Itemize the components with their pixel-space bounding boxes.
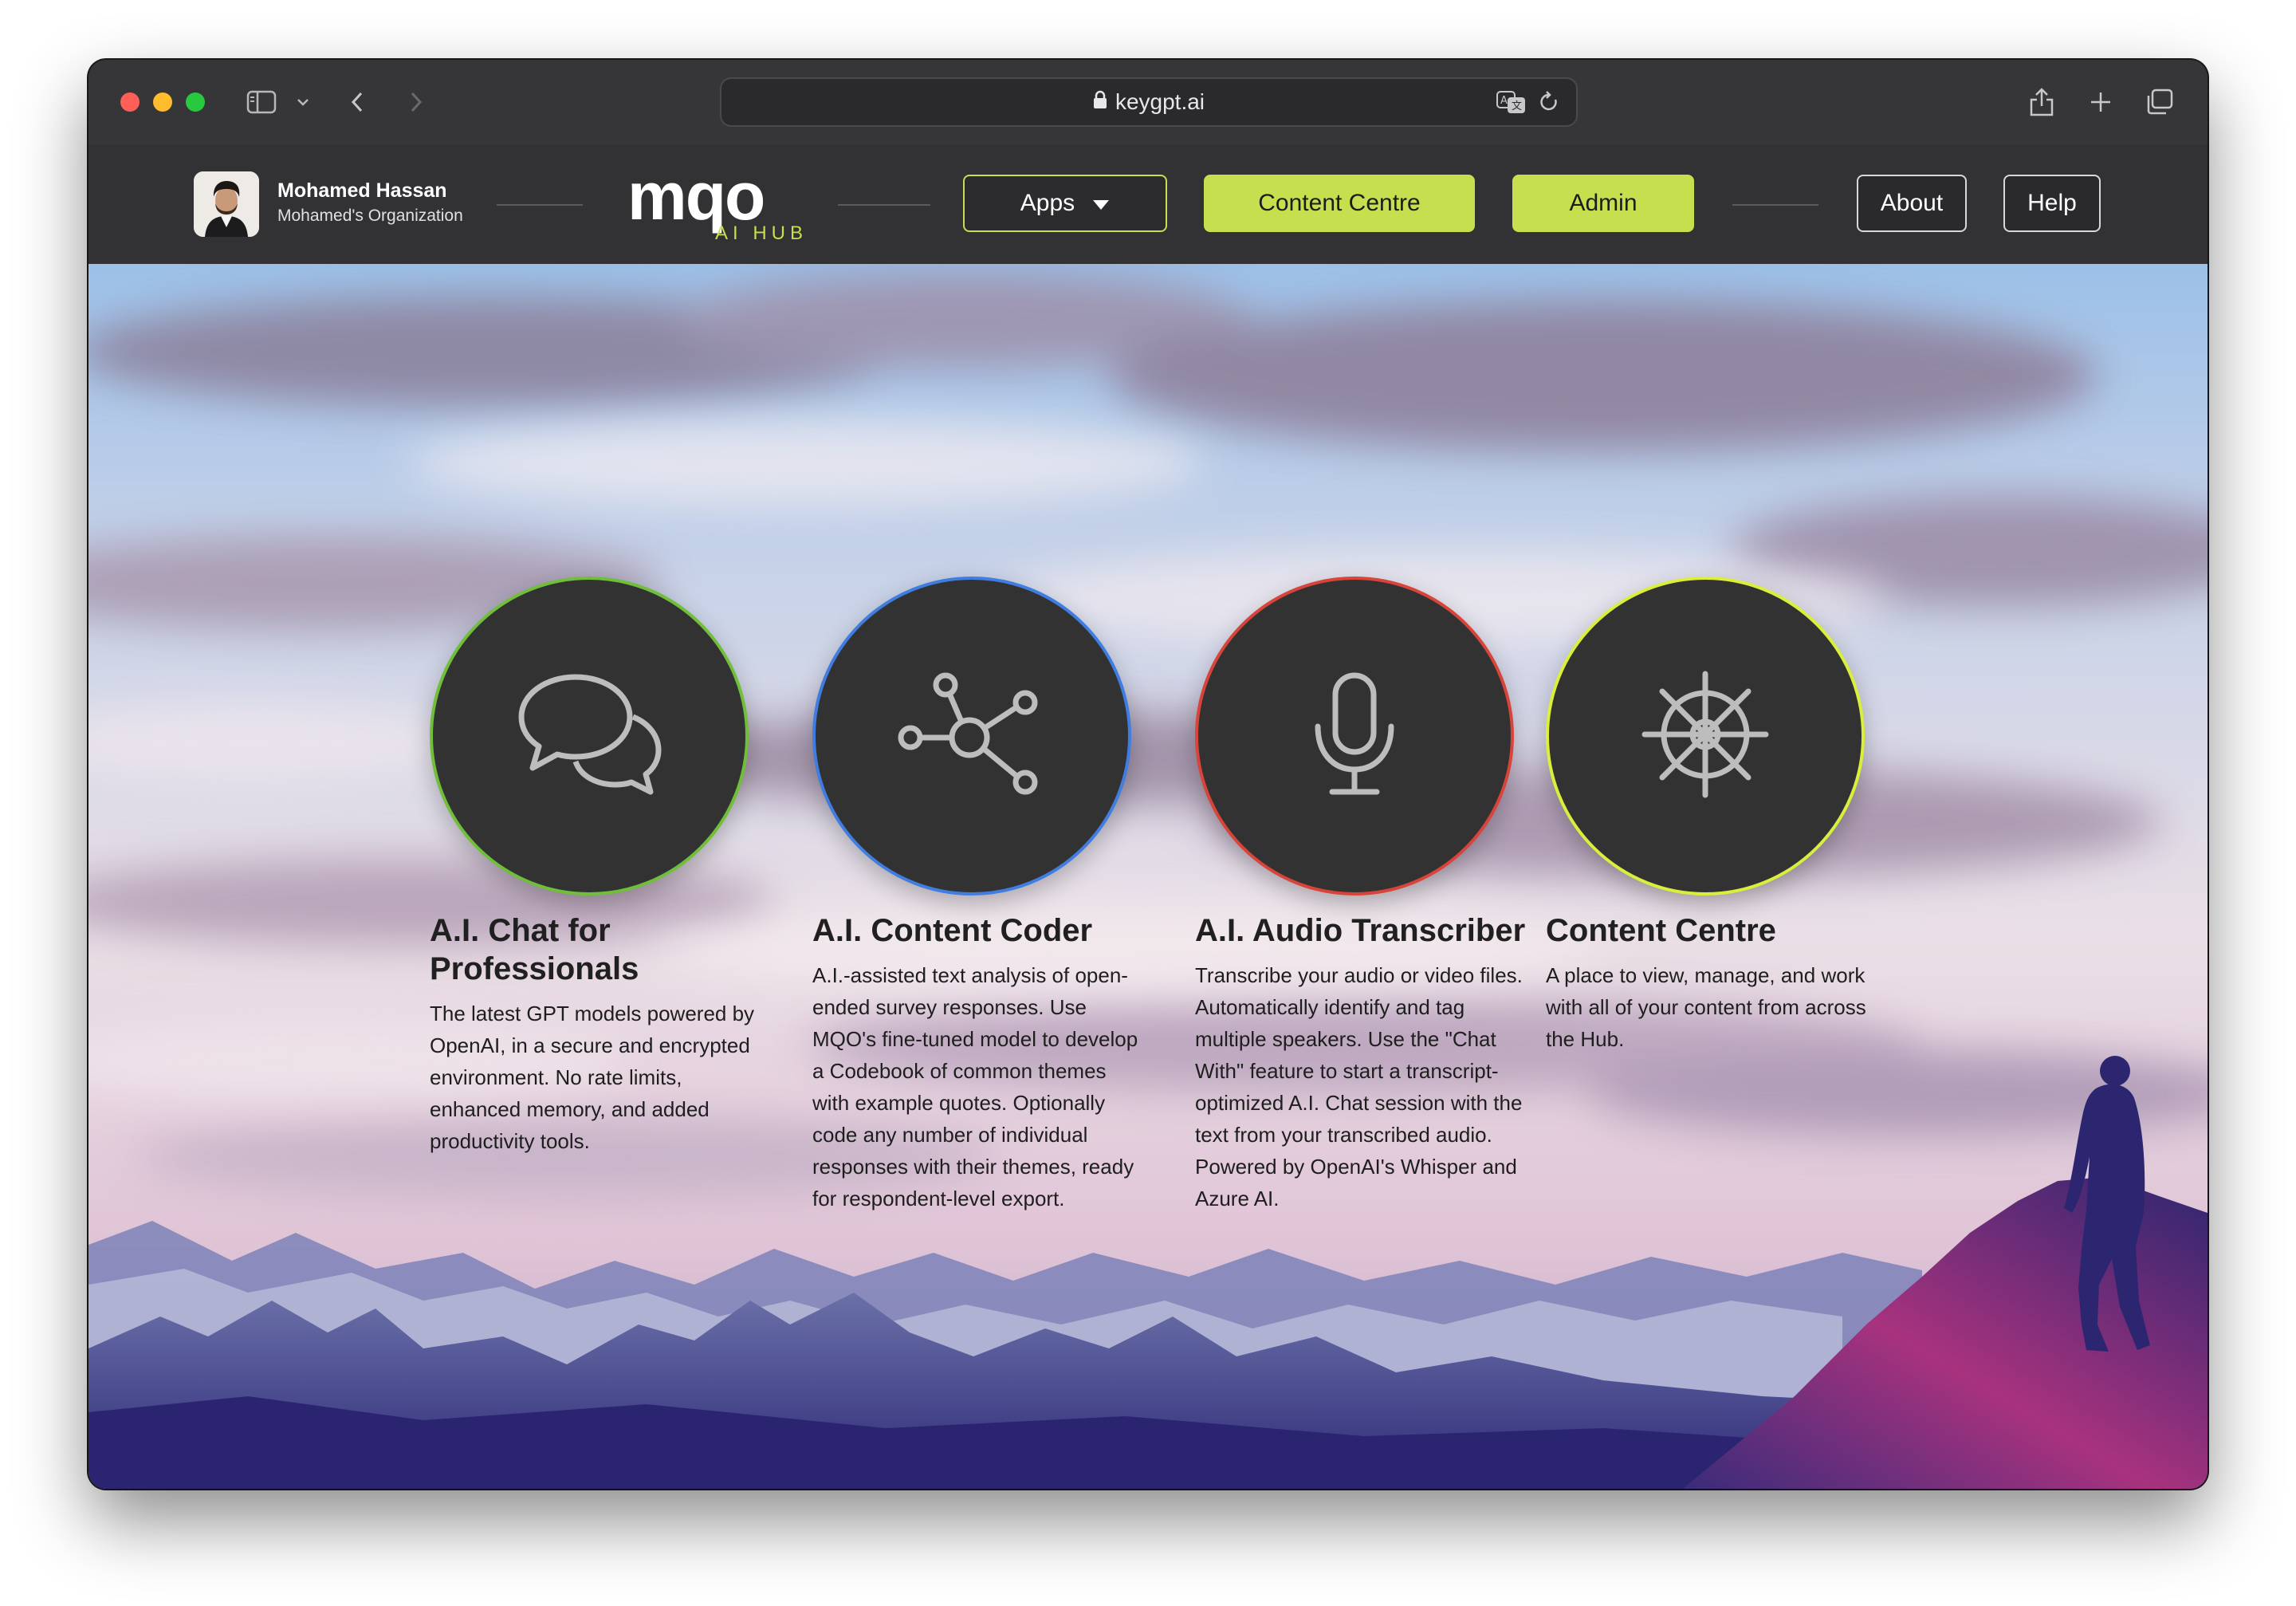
microphone-icon (1307, 671, 1402, 802)
lock-icon (1093, 89, 1107, 115)
svg-text:A: A (1500, 95, 1508, 107)
chat-app-circle[interactable] (430, 577, 749, 896)
app-card-content-centre[interactable]: Content Centre A place to view, manage, … (1546, 577, 1881, 1055)
hero-section: A.I. Chat for Professionals The latest G… (88, 264, 2208, 1489)
network-nodes-icon (896, 671, 1048, 802)
ship-wheel-icon (1641, 671, 1769, 802)
admin-button[interactable]: Admin (1512, 175, 1694, 232)
sidebar-toggle-icon[interactable] (245, 84, 278, 120)
about-button[interactable]: About (1857, 175, 1967, 232)
logo-wordmark: MQO (627, 159, 765, 234)
zoom-window-button[interactable] (186, 93, 205, 112)
app-navbar: Mohamed Hassan Mohamed's Organization MQ… (88, 144, 2208, 264)
app-card-content-coder[interactable]: A.I. Content Coder A.I.-assisted text an… (812, 577, 1147, 1214)
minimize-window-button[interactable] (153, 93, 172, 112)
card-description: Transcribe your audio or video files. Au… (1195, 963, 1523, 1210)
user-name: Mohamed Hassan (277, 179, 447, 202)
translate-icon[interactable]: A文 (1496, 90, 1527, 118)
url-text: keygpt.ai (1115, 89, 1205, 114)
app-card-chat[interactable]: A.I. Chat for Professionals The latest G… (430, 577, 765, 1157)
apps-dropdown-button[interactable]: Apps (963, 175, 1167, 232)
mountain-sky-background (88, 264, 2208, 1489)
forward-arrow-icon[interactable] (404, 84, 428, 120)
avatar[interactable] (194, 171, 259, 237)
card-title: A.I. Chat for Professionals (430, 913, 639, 986)
mqo-logo[interactable]: MQO AI HUB (619, 160, 811, 248)
address-bar[interactable]: keygpt.ai A文 (720, 77, 1578, 127)
caret-down-icon (1092, 190, 1110, 217)
svg-text:文: 文 (1512, 100, 1522, 112)
app-card-audio-transcriber[interactable]: A.I. Audio Transcriber Transcribe your a… (1195, 577, 1530, 1214)
content-centre-button[interactable]: Content Centre (1204, 175, 1475, 232)
card-title: A.I. Audio Transcriber (1195, 913, 1526, 948)
content-centre-app-circle[interactable] (1546, 577, 1865, 896)
chevron-down-icon[interactable] (294, 84, 312, 120)
reload-icon[interactable] (1538, 90, 1560, 118)
divider (838, 204, 930, 206)
user-organization: Mohamed's Organization (277, 207, 463, 225)
card-title: Content Centre (1546, 913, 1776, 948)
audio-transcriber-app-circle[interactable] (1195, 577, 1514, 896)
card-title: A.I. Content Coder (812, 913, 1093, 948)
card-description: A.I.-assisted text analysis of open-ende… (812, 963, 1138, 1210)
chat-bubbles-icon (513, 671, 665, 802)
apps-label: Apps (1020, 190, 1075, 216)
back-arrow-icon[interactable] (345, 84, 369, 120)
card-description: The latest GPT models powered by OpenAI,… (430, 1002, 755, 1153)
tab-overview-icon[interactable] (2144, 84, 2176, 120)
divider (497, 204, 583, 206)
browser-window: keygpt.ai A文 Mohamed Hassan Mohamed's Or… (88, 60, 2208, 1489)
content-coder-app-circle[interactable] (812, 577, 1131, 896)
browser-toolbar: keygpt.ai A文 (88, 60, 2208, 146)
help-button[interactable]: Help (2003, 175, 2101, 232)
new-tab-plus-icon[interactable] (2086, 84, 2115, 120)
logo-subtitle: AI HUB (715, 222, 808, 244)
close-window-button[interactable] (120, 93, 140, 112)
share-icon[interactable] (2027, 84, 2056, 120)
card-description: A place to view, manage, and work with a… (1546, 963, 1866, 1051)
divider (1732, 204, 1818, 206)
